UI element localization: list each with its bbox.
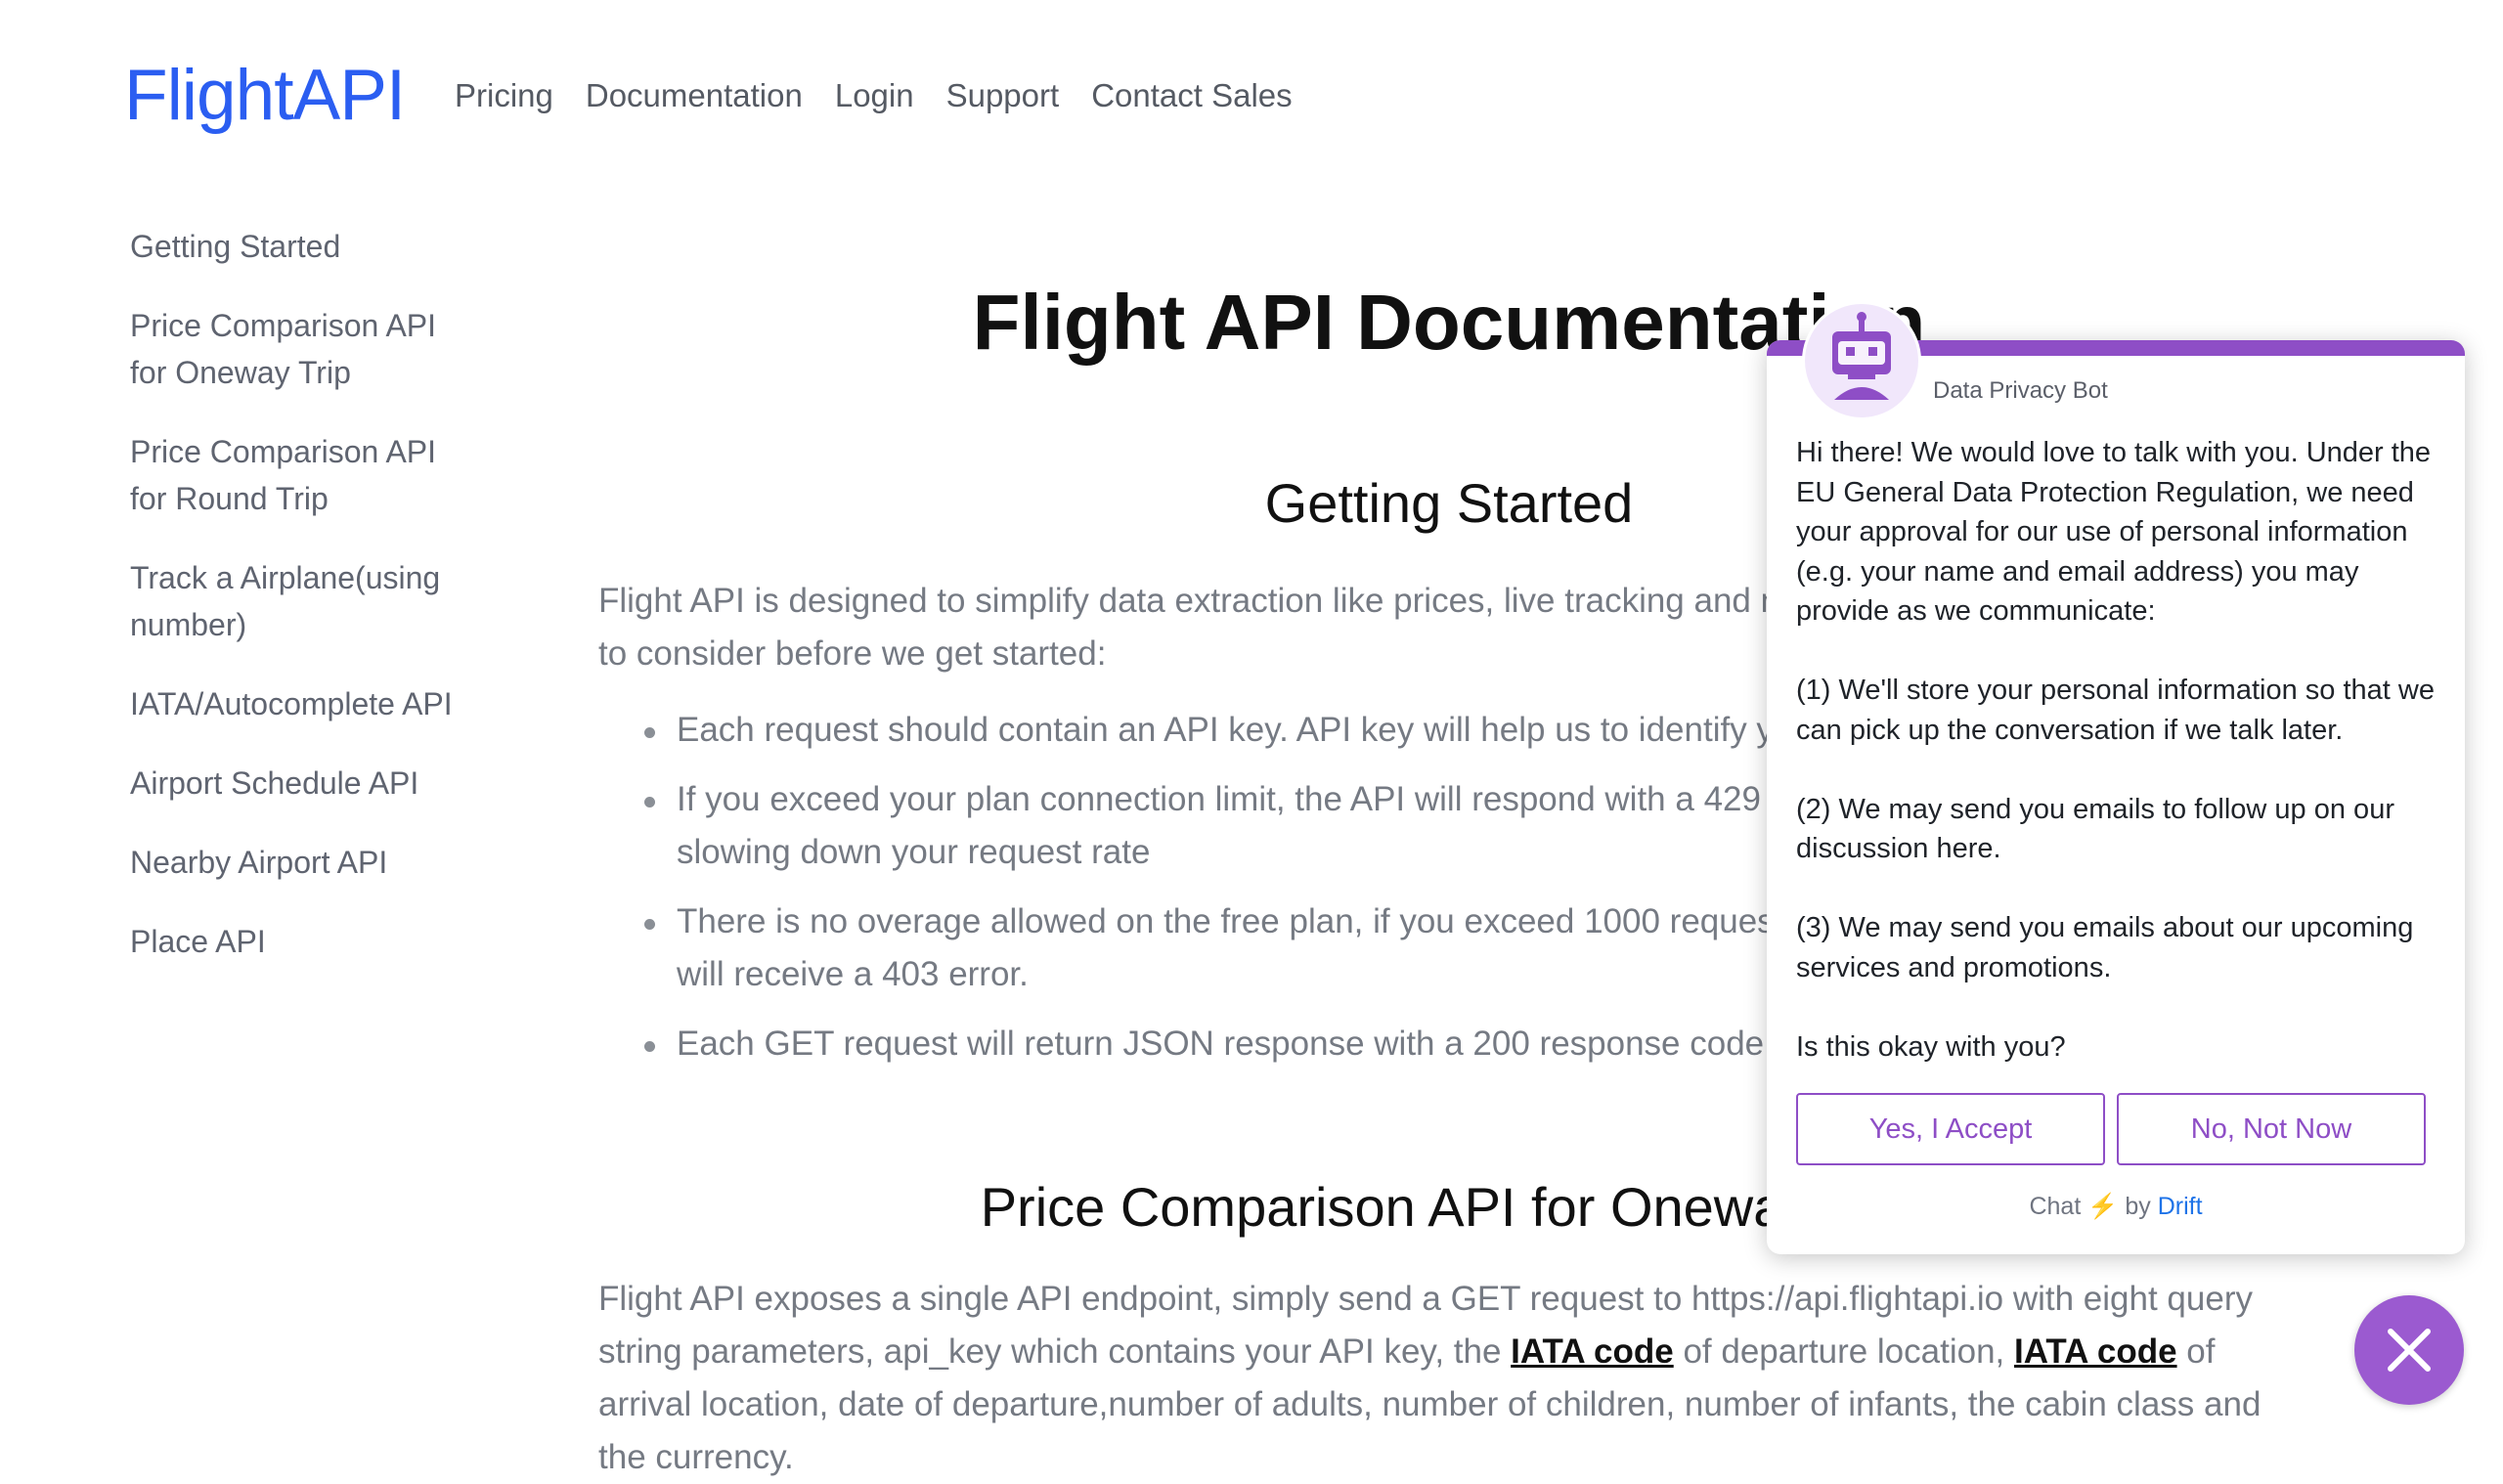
chat-message: Hi there! We would love to talk with you… bbox=[1796, 437, 2435, 1063]
robot-avatar-icon bbox=[1802, 301, 1921, 420]
sidebar-item-getting-started[interactable]: Getting Started bbox=[130, 223, 492, 270]
nav-link-support[interactable]: Support bbox=[946, 76, 1060, 115]
chat-footer: Chat ⚡ by Drift bbox=[1767, 1193, 2465, 1221]
sidebar-item-price-comparison-roundtrip[interactable]: Price Comparison API for Round Trip bbox=[130, 428, 492, 522]
close-chat-button[interactable] bbox=[2354, 1295, 2464, 1405]
iata-code-link-arrival[interactable]: IATA code bbox=[2014, 1332, 2177, 1371]
flightapi-logo[interactable]: FlightAPI bbox=[124, 52, 406, 140]
footer-chat-text: Chat bbox=[2029, 1193, 2082, 1220]
drift-chat-widget: Data Privacy Bot Hi there! We would love… bbox=[1767, 301, 2465, 1254]
bot-name: Data Privacy Bot bbox=[1933, 377, 2108, 404]
oneway-text-2: of departure location, bbox=[1673, 1332, 2014, 1371]
nav-link-documentation[interactable]: Documentation bbox=[586, 76, 803, 115]
iata-code-link-departure[interactable]: IATA code bbox=[1511, 1332, 1674, 1371]
sidebar-item-airport-schedule[interactable]: Airport Schedule API bbox=[130, 760, 492, 807]
accept-button[interactable]: Yes, I Accept bbox=[1796, 1093, 2105, 1165]
sidebar-item-place-api[interactable]: Place API bbox=[130, 918, 492, 965]
nav-link-pricing[interactable]: Pricing bbox=[455, 76, 553, 115]
sidebar-item-iata-autocomplete[interactable]: IATA/Autocomplete API bbox=[130, 680, 492, 727]
drift-brand-link[interactable]: Drift bbox=[2158, 1193, 2203, 1220]
sidebar-item-track-airplane[interactable]: Track a Airplane(using number) bbox=[130, 554, 492, 648]
top-navigation: FlightAPI Pricing Documentation Login Su… bbox=[0, 0, 2503, 196]
nav-links: Pricing Documentation Login Support Cont… bbox=[455, 76, 1293, 115]
oneway-description: Flight API exposes a single API endpoint… bbox=[598, 1273, 2300, 1484]
nav-link-contact-sales[interactable]: Contact Sales bbox=[1091, 76, 1292, 115]
close-icon bbox=[2388, 1329, 2431, 1372]
decline-button[interactable]: No, Not Now bbox=[2117, 1093, 2426, 1165]
docs-sidebar: Getting Started Price Comparison API for… bbox=[130, 223, 492, 997]
nav-link-login[interactable]: Login bbox=[835, 76, 914, 115]
sidebar-item-nearby-airport[interactable]: Nearby Airport API bbox=[130, 839, 492, 886]
lightning-bolt-icon: ⚡ bbox=[2087, 1193, 2119, 1220]
footer-by-text: by bbox=[2125, 1193, 2151, 1220]
sidebar-item-price-comparison-oneway[interactable]: Price Comparison API for Oneway Trip bbox=[130, 302, 492, 396]
